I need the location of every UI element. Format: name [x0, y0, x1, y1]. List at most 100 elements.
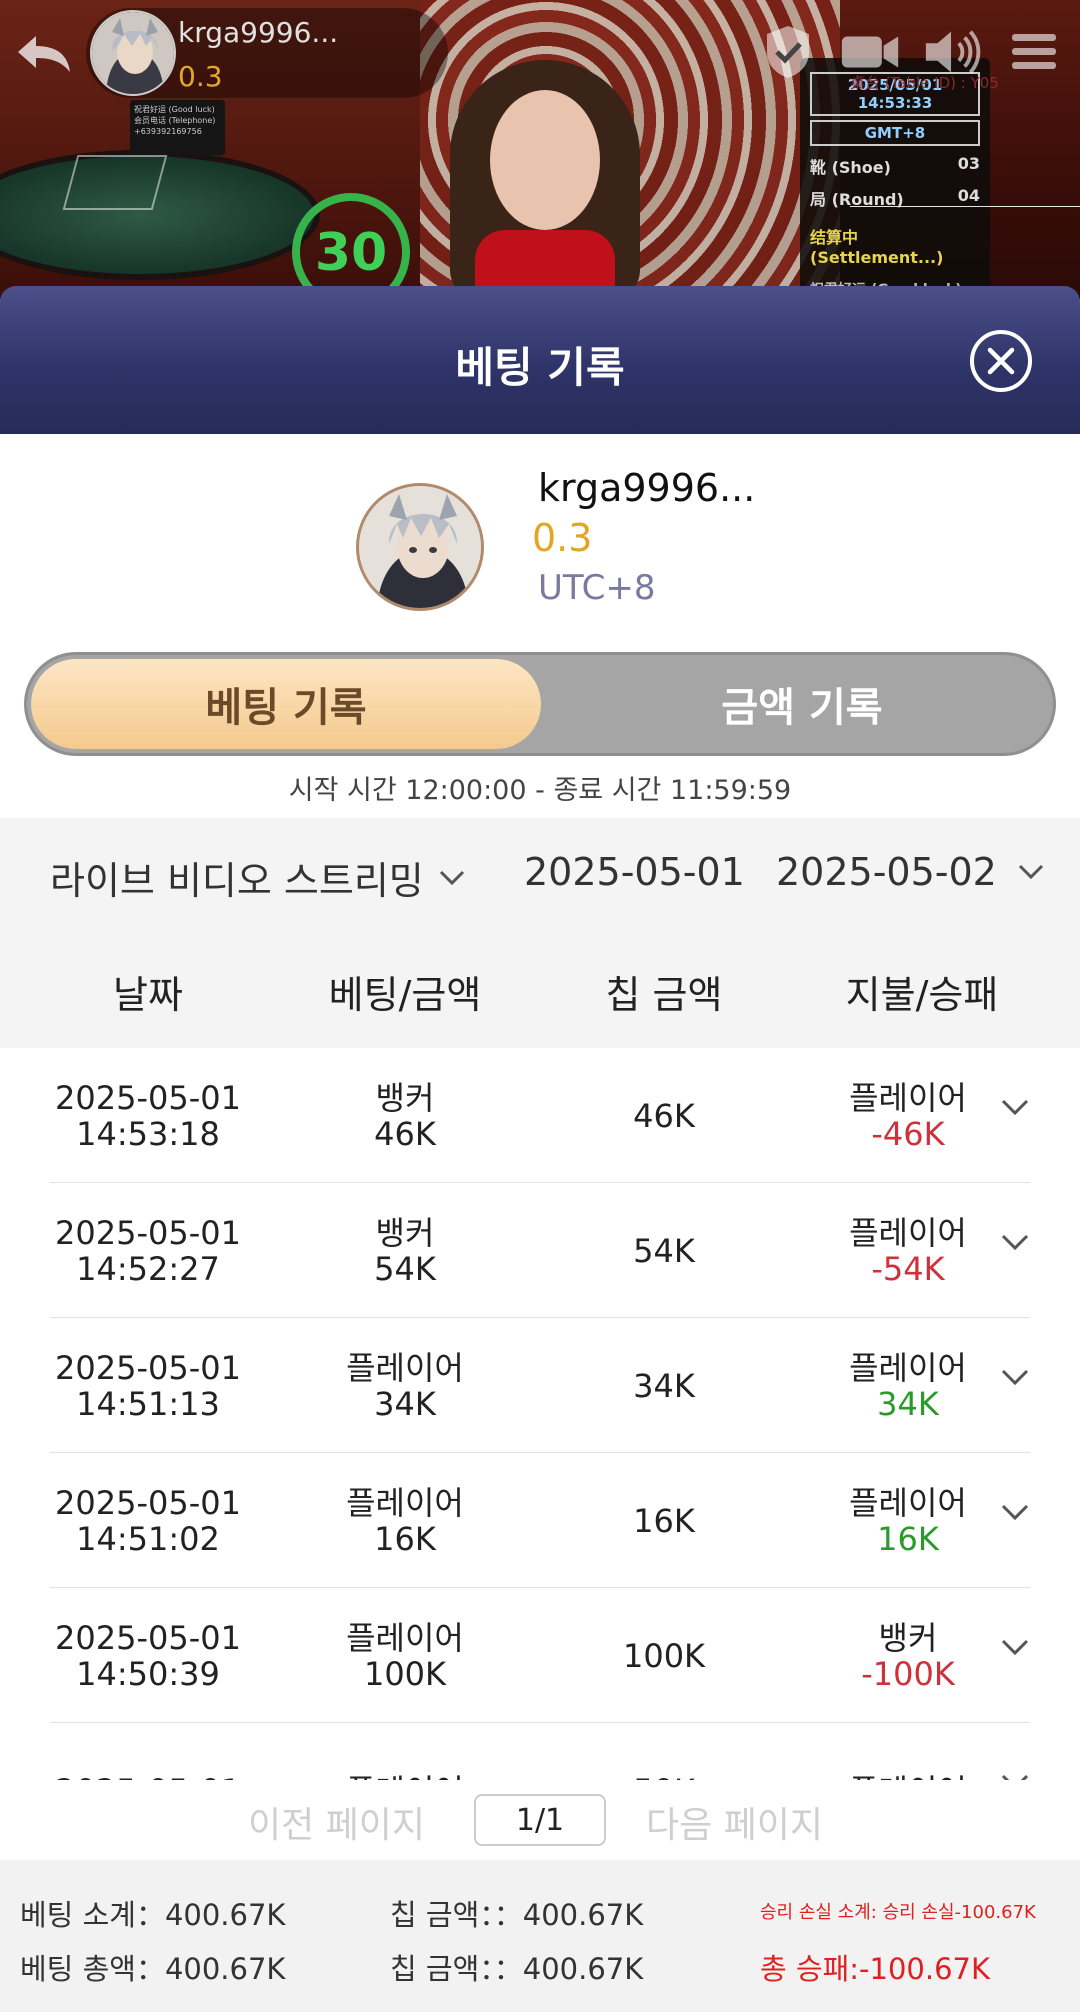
expand-chevron-icon[interactable]	[1000, 1773, 1030, 1780]
tab-amount-history[interactable]: 금액 기록	[547, 659, 1057, 749]
username: krga9996...	[178, 16, 339, 49]
row-payout: 플레이어 16K	[849, 1453, 967, 1588]
expand-chevron-icon[interactable]	[1000, 1233, 1030, 1253]
row-bet-amount: 54K	[374, 1249, 436, 1288]
row-payout: 플레이어 -46K	[849, 1048, 967, 1183]
bet-record-list[interactable]: 2025-05-01 14:53:18 뱅커 46K 46K 플레이어 -46K 2025-0…	[0, 1048, 1080, 1780]
row-bet-amount: 34K	[374, 1384, 436, 1423]
bet-subtotal: 베팅 소계：400.67K	[20, 1898, 286, 1932]
countdown-timer: 30	[292, 193, 410, 300]
page-indicator: 1/1	[474, 1794, 606, 1846]
row-date: 2025-05-01	[55, 1773, 241, 1781]
row-time: 14:52:27	[76, 1249, 220, 1288]
row-date: 2025-05-01	[55, 1213, 241, 1252]
table-row[interactable]: 2025-05-01 14:51:02 플레이어 16K 16K 플레이어 16K	[50, 1453, 1030, 1588]
row-bet: 플레이어 34K	[346, 1318, 464, 1453]
row-bet: 뱅커 54K	[374, 1183, 436, 1318]
expand-chevron-icon[interactable]	[1000, 1638, 1030, 1658]
settlement-status: 结算中 (Settlement...)	[810, 228, 944, 267]
row-chip-value: 54K	[633, 1231, 695, 1270]
row-chip-value: 50K	[633, 1773, 695, 1781]
row-chip-amount: 54K	[633, 1183, 695, 1318]
verified-shield-button[interactable]	[758, 24, 818, 80]
row-chip-value: 16K	[633, 1501, 695, 1540]
next-page-button[interactable]: 다음 페이지	[646, 1796, 823, 1848]
row-chip-amount: 16K	[633, 1453, 695, 1588]
expand-chevron-icon[interactable]	[1000, 1368, 1030, 1388]
row-result: 플레이어	[849, 1213, 967, 1252]
table-row[interactable]: 2025-05-01 14:51:13 플레이어 34K 34K 플레이어 34K	[50, 1318, 1030, 1453]
row-datetime: 2025-05-01	[55, 1723, 241, 1781]
row-bet: 플레이어 100K	[346, 1588, 464, 1723]
row-chip-amount: 34K	[633, 1318, 695, 1453]
table-row[interactable]: 2025-05-01 14:50:39 플레이어 100K 100K 뱅커 -100K	[50, 1588, 1030, 1723]
game-type-value: 라이브 비디오 스트리밍	[50, 859, 424, 903]
row-bet: 플레이어	[346, 1723, 464, 1781]
top-icon-group	[758, 24, 1064, 80]
expand-chevron-icon[interactable]	[1000, 1098, 1030, 1118]
user-info-pill[interactable]: krga9996... 0.3	[86, 8, 448, 98]
table-row[interactable]: 2025-05-01 14:53:18 뱅커 46K 46K 플레이어 -46K	[50, 1048, 1030, 1183]
close-icon	[987, 347, 1015, 375]
balance: 0.3	[178, 60, 223, 93]
sound-toggle-button[interactable]	[922, 24, 982, 80]
profile-timezone: UTC+8	[538, 568, 656, 608]
shield-check-icon	[767, 26, 809, 78]
row-datetime: 2025-05-01 14:50:39	[55, 1588, 241, 1723]
expand-chevron-icon[interactable]	[1000, 1503, 1030, 1523]
row-bet-side: 플레이어	[346, 1483, 464, 1522]
row-bet: 뱅커 46K	[374, 1048, 436, 1183]
menu-button[interactable]	[1004, 24, 1064, 80]
row-bet-side: 플레이어	[346, 1773, 464, 1781]
back-arrow-icon	[18, 36, 70, 72]
hamburger-menu-icon	[1012, 34, 1056, 69]
row-result: 플레이어	[849, 1348, 967, 1387]
row-date: 2025-05-01	[55, 1078, 241, 1117]
prev-page-button[interactable]: 이전 페이지	[248, 1796, 425, 1848]
winloss-subtotal: 승리 손실 소계: 승리 손실-100.67K	[760, 1902, 1036, 1923]
row-chip-value: 46K	[633, 1096, 695, 1135]
winloss-total: 총 승패:-100.67K	[760, 1952, 990, 1986]
column-header-bet: 베팅/금액	[328, 973, 482, 1017]
placard-line: 会员电话 (Telephone)	[134, 116, 216, 125]
row-result: 플레이어	[849, 1483, 967, 1522]
profile-username: krga9996...	[538, 466, 756, 510]
record-tabs: 베팅 기록 금액 기록	[24, 652, 1056, 756]
end-date-picker[interactable]: 2025-05-02	[776, 850, 1045, 894]
card-shoe	[62, 155, 168, 210]
row-bet-amount: 100K	[363, 1654, 447, 1693]
chevron-down-icon	[439, 870, 464, 885]
top-bar: krga9996... 0.3	[0, 0, 1080, 100]
row-chip-value: 100K	[622, 1636, 706, 1675]
row-bet-amount: 16K	[374, 1519, 436, 1558]
row-payout: 플레이어 34K	[849, 1318, 967, 1453]
row-winloss: -46K	[871, 1114, 945, 1153]
table-placard: 祝君好运 (Good luck) 会员电话 (Telephone) +63939…	[130, 100, 225, 155]
video-camera-icon	[841, 36, 899, 68]
placard-line: 祝君好运 (Good luck)	[134, 105, 215, 114]
close-button[interactable]	[970, 330, 1032, 392]
row-payout: 플레이어	[849, 1723, 967, 1781]
profile-balance: 0.3	[532, 516, 593, 560]
video-toggle-button[interactable]	[840, 24, 900, 80]
row-chip-amount: 100K	[623, 1588, 705, 1723]
row-bet-amount: 46K	[374, 1114, 436, 1153]
start-date-picker[interactable]: 2025-05-01	[524, 850, 745, 894]
summary-bar: 베팅 소계：400.67K 칩 금액：：400.67K 승리 손실 소계: 승리…	[0, 1860, 1080, 2012]
row-time: 14:51:13	[76, 1384, 220, 1423]
row-bet-side: 플레이어	[346, 1348, 464, 1387]
table-row[interactable]: 2025-05-01 14:52:27 뱅커 54K 54K 플레이어 -54K	[50, 1183, 1030, 1318]
row-chip-amount: 50K	[633, 1723, 695, 1781]
row-datetime: 2025-05-01 14:51:02	[55, 1453, 241, 1588]
profile-avatar	[356, 483, 484, 611]
game-type-dropdown[interactable]: 라이브 비디오 스트리밍	[50, 850, 466, 905]
avatar	[90, 10, 176, 96]
back-button[interactable]	[14, 28, 74, 78]
row-winloss: 16K	[877, 1519, 939, 1558]
countdown-value: 30	[314, 223, 388, 283]
time-range-note: 시작 시간 12:00:00 - 종료 시간 11:59:59	[288, 775, 792, 806]
table-row[interactable]: 2025-05-01 플레이어 50K 플레이어	[50, 1723, 1030, 1780]
tab-bet-history[interactable]: 베팅 기록	[31, 659, 541, 749]
row-time: 14:53:18	[76, 1114, 220, 1153]
chevron-down-icon	[1018, 864, 1043, 880]
